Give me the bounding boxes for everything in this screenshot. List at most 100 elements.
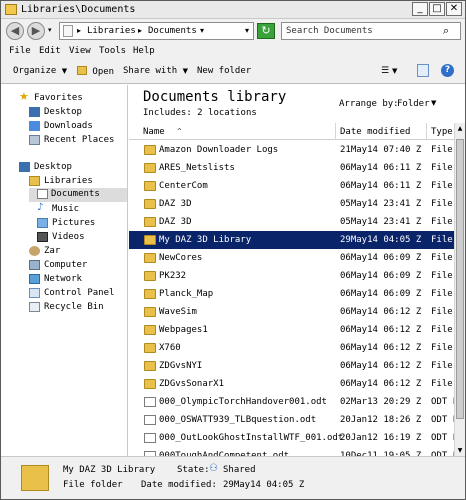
file-date-modified: 06May14 06:09 Z [340, 289, 422, 299]
nav-documents[interactable]: Documents [29, 188, 127, 202]
menu-bar: File Edit View Tools Help [1, 43, 465, 60]
file-row[interactable]: My DAZ 3D Library 29May14 04:05 Z File [129, 231, 454, 249]
breadcrumb-dropdown-icon[interactable]: ▾ [200, 26, 204, 35]
preview-pane-icon[interactable] [417, 64, 429, 77]
scroll-up-icon[interactable]: ▲ [455, 123, 465, 134]
file-type: File [431, 325, 453, 335]
recent-places-icon [29, 135, 40, 145]
file-row[interactable]: Amazon Downloader Logs 21May14 07:40 Z Fil… [129, 141, 454, 159]
breadcrumb-documents[interactable]: Documents [148, 26, 197, 36]
search-input[interactable]: Search Documents [286, 26, 373, 36]
menu-file[interactable]: File [9, 46, 31, 56]
column-header-date[interactable]: Date modified [340, 127, 410, 137]
selected-folder-icon [21, 465, 49, 491]
file-row[interactable]: 000ToughAndCompetent.odt 10Dec11 19:05 ZO… [129, 447, 454, 456]
menu-tools[interactable]: Tools [99, 46, 126, 56]
network-icon [29, 274, 40, 284]
column-divider[interactable] [335, 123, 336, 140]
breadcrumb-separator-icon: ▸ [77, 26, 82, 35]
file-date-modified: 02Mar13 20:29 Z [340, 397, 422, 407]
file-list-pane: Documents library Includes: 2 locations … [129, 85, 454, 456]
file-row[interactable]: NewCores 06May14 06:09 Z File [129, 249, 454, 267]
address-dropdown-button[interactable]: ▾ [241, 23, 253, 39]
nav-documents-label: Documents [51, 189, 100, 199]
file-row[interactable]: 000_OutLookGhostInstallWTF_001.odt 20Jan1… [129, 429, 454, 447]
documents-icon [37, 189, 48, 199]
share-with-button[interactable]: Share with ▼ [123, 66, 188, 76]
details-pane: My DAZ 3D Library File folder State: ⚇ S… [1, 456, 465, 499]
breadcrumb-libraries[interactable]: Libraries [87, 26, 136, 36]
document-icon [144, 415, 156, 425]
help-icon[interactable]: ? [441, 64, 454, 77]
search-box[interactable]: Search Documents ⌕ [281, 22, 461, 40]
file-date-modified: 06May14 06:12 Z [340, 361, 422, 371]
menu-view[interactable]: View [69, 46, 91, 56]
nav-desktop-label: Desktop [34, 162, 72, 172]
downloads-icon [29, 121, 40, 131]
file-date-modified: 06May14 06:11 Z [340, 163, 422, 173]
shared-icon: ⚇ [209, 463, 218, 474]
document-icon [144, 397, 156, 407]
close-button[interactable]: ✕ [446, 2, 462, 16]
library-includes-link[interactable]: Includes: 2 locations [143, 108, 257, 118]
file-type: File [431, 235, 453, 245]
arrange-by-dropdown[interactable]: Arrange by: Folder ▼ [339, 99, 436, 109]
file-date-modified: 06May14 06:12 Z [340, 325, 422, 335]
forward-button[interactable]: ▶ [27, 22, 45, 40]
command-bar: Organize ▼ Open Share with ▼ New folder … [1, 60, 465, 84]
scrollbar-thumb[interactable] [456, 139, 464, 419]
file-name: Amazon Downloader Logs [159, 145, 279, 155]
folder-icon [144, 289, 156, 299]
maximize-button[interactable]: □ [429, 2, 445, 16]
column-header-name[interactable]: Name [143, 127, 165, 137]
vertical-scrollbar[interactable]: ▲ ▼ [454, 123, 465, 456]
menu-help[interactable]: Help [133, 46, 155, 56]
folder-icon [144, 253, 156, 263]
explorer-window: Libraries\Documents _ □ ✕ ◀ ▶ ▾ ▸ Librar… [0, 0, 466, 500]
new-folder-button[interactable]: New folder [197, 66, 251, 76]
file-row[interactable]: ZDGvsSonarX1 06May14 06:12 Z File [129, 375, 454, 393]
library-title: Documents library [143, 89, 287, 105]
details-item-name: My DAZ 3D Library [63, 465, 156, 475]
address-box[interactable]: ▸ Libraries ▸ Documents ▾ ▾ [59, 22, 254, 40]
sort-arrow-icon: ^ [177, 128, 183, 135]
open-button[interactable]: Open [77, 66, 114, 77]
file-name: 000_OSWATT939_TLBquestion.odt [159, 415, 317, 425]
folder-icon [144, 217, 156, 227]
column-header-type[interactable]: Type [431, 127, 453, 137]
file-row[interactable]: WaveSim 06May14 06:12 Z File [129, 303, 454, 321]
column-divider[interactable] [426, 123, 427, 140]
back-button[interactable]: ◀ [6, 22, 24, 40]
file-row[interactable]: Planck_Map 06May14 06:09 Z File [129, 285, 454, 303]
file-row[interactable]: DAZ 3D 05May14 23:41 Z File [129, 213, 454, 231]
file-date-modified: 21May14 07:40 Z [340, 145, 422, 155]
file-row[interactable]: ZDGvsNYI 06May14 06:12 Z File [129, 357, 454, 375]
organize-button[interactable]: Organize ▼ [13, 66, 67, 76]
file-row[interactable]: PK232 06May14 06:09 Z File [129, 267, 454, 285]
file-type: File [431, 163, 453, 173]
nav-computer-label: Computer [44, 260, 88, 270]
file-date-modified: 06May14 06:12 Z [340, 379, 422, 389]
view-options-icon[interactable]: ☰ ▼ [381, 66, 397, 76]
recent-pages-dropdown[interactable]: ▾ [48, 26, 52, 34]
menu-edit[interactable]: Edit [39, 46, 61, 56]
minimize-button[interactable]: _ [412, 2, 428, 16]
file-date-modified: 06May14 06:09 Z [340, 271, 422, 281]
search-icon[interactable]: ⌕ [443, 24, 457, 38]
file-row[interactable]: 000_OSWATT939_TLBquestion.odt 20Jan12 18:… [129, 411, 454, 429]
share-label: Share with [123, 66, 178, 76]
file-name: ARES_Netslists [159, 163, 235, 173]
refresh-button[interactable]: ↻ [257, 23, 275, 39]
star-icon: ★ [19, 90, 29, 103]
file-row[interactable]: 000_OlympicTorchHandover001.odt 02Mar13 2… [129, 393, 454, 411]
file-row[interactable]: ARES_Netslists 06May14 06:11 Z File [129, 159, 454, 177]
file-row[interactable]: CenterCom 06May14 06:11 Z File [129, 177, 454, 195]
videos-icon [37, 232, 48, 242]
file-row[interactable]: X760 06May14 06:12 Z File [129, 339, 454, 357]
scroll-down-icon[interactable]: ▼ [455, 445, 465, 456]
chevron-down-icon: ▼ [61, 67, 68, 75]
file-type: File [431, 145, 453, 155]
control-panel-icon [29, 288, 40, 298]
file-row[interactable]: DAZ 3D 05May14 23:41 Z File [129, 195, 454, 213]
file-row[interactable]: Webpages1 06May14 06:12 Z File [129, 321, 454, 339]
